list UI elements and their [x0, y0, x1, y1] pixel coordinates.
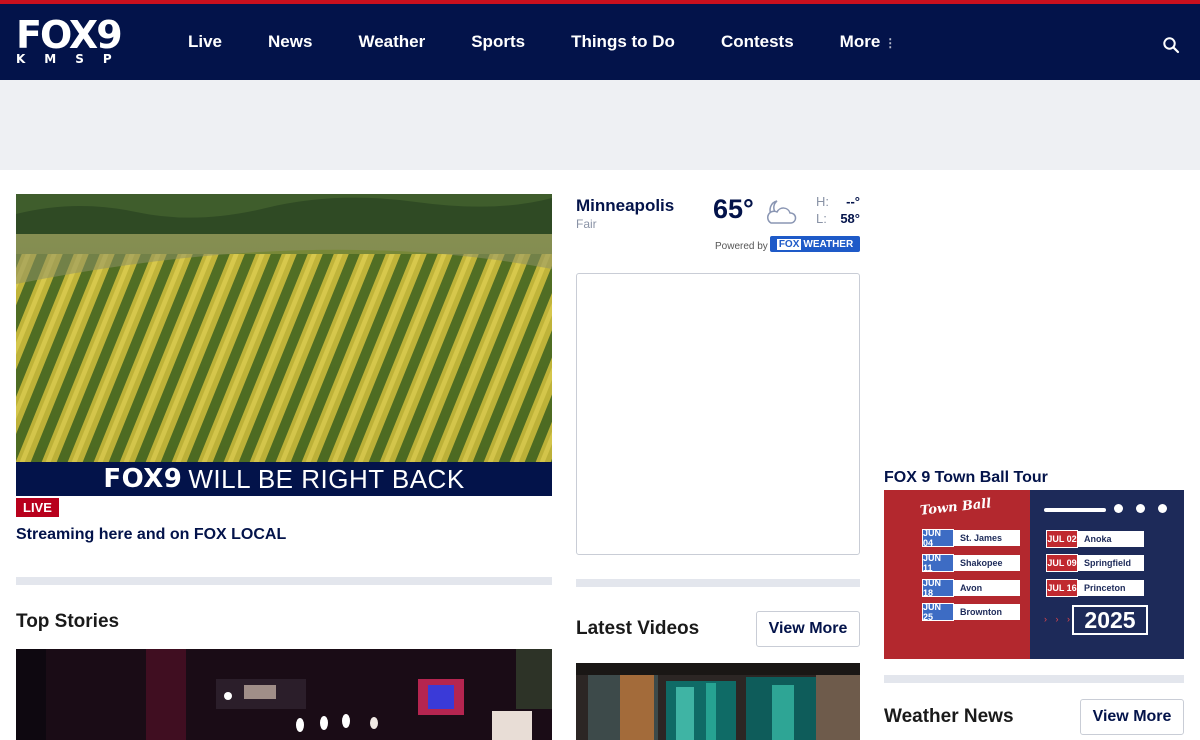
divider [16, 577, 552, 585]
baseball-icon [1136, 504, 1145, 513]
schedule-place: Princeton [1078, 580, 1144, 596]
town-ball-logo: Town Ball [919, 496, 992, 519]
studio-image [576, 663, 860, 740]
nav-news[interactable]: News [268, 32, 312, 56]
live-badge: LIVE [16, 498, 59, 517]
nav-weather[interactable]: Weather [358, 32, 425, 56]
schedule-place: St. James [954, 530, 1020, 546]
low-label: L: [816, 211, 827, 226]
latest-video-thumbnail[interactable] [576, 663, 860, 740]
schedule-date: JUL 16 [1046, 579, 1078, 597]
low-value: 58° [840, 211, 860, 226]
logo-main-text: FOX9 [16, 13, 123, 57]
schedule-row: JUN 04 St. James [922, 528, 1020, 548]
schedule-place: Shakopee [954, 555, 1020, 571]
schedule-date: JUL 02 [1046, 530, 1078, 548]
schedule-place: Springfield [1078, 555, 1144, 571]
top-stories-heading: Top Stories [16, 611, 120, 632]
latest-videos-heading: Latest Videos [576, 618, 700, 639]
fox-weather-brand: FOX [776, 238, 802, 250]
banner-brand: FOX9 [103, 464, 183, 494]
weather-condition: Fair [576, 217, 597, 231]
town-ball-year: 2025 [1072, 605, 1148, 635]
more-dots-icon: ⋮ [884, 36, 897, 50]
town-ball-tour-graphic[interactable]: Town Ball JUN 04 St. James JUN 11 Shakopee… [884, 490, 1184, 659]
schedule-row: JUL 16 Princeton [1046, 579, 1144, 597]
schedule-row: JUN 25 Brownton [922, 602, 1020, 622]
bat-icon [1044, 508, 1106, 512]
sunflower-field-image [16, 194, 552, 496]
divider [576, 579, 860, 587]
schedule-place: Avon [954, 580, 1020, 596]
high-label: H: [816, 194, 829, 209]
nav-more-label: More [839, 32, 881, 51]
schedule-date: JUN 11 [922, 553, 954, 573]
schedule-date: JUN 25 [922, 602, 954, 622]
live-video-player[interactable]: FOX9 WILL BE RIGHT BACK [16, 194, 552, 496]
ad-box [576, 273, 860, 555]
stream-caption-link[interactable]: Streaming here and on FOX LOCAL [16, 526, 286, 544]
high-value: --° [846, 194, 860, 209]
fox9-logo[interactable]: FOX9 KMSP [16, 16, 128, 72]
schedule-date: JUN 04 [922, 528, 954, 548]
night-scene-image [16, 649, 552, 740]
nav-more[interactable]: More ⋮ [840, 32, 897, 56]
nav-sports[interactable]: Sports [471, 32, 525, 56]
ad-banner-area [0, 80, 1200, 170]
arrows-decoration: › › › [1044, 614, 1073, 624]
schedule-place: Anoka [1078, 531, 1144, 547]
search-icon[interactable] [1162, 36, 1180, 54]
town-ball-left-panel: Town Ball JUN 04 St. James JUN 11 Shakopee… [884, 490, 1030, 659]
high-low-temps: H: --° L: 58° [816, 194, 860, 228]
schedule-place: Brownton [954, 604, 1020, 620]
weather-news-view-more-button[interactable]: View More [1080, 699, 1184, 735]
schedule-row: JUN 11 Shakopee [922, 553, 1020, 573]
town-ball-heading[interactable]: FOX 9 Town Ball Tour [884, 469, 1048, 487]
nav-contests[interactable]: Contests [721, 32, 794, 56]
nav-things-to-do[interactable]: Things to Do [571, 32, 675, 56]
weather-widget[interactable]: Minneapolis Fair 65° H: --° L: 58° Powered… [576, 194, 860, 256]
moon-cloud-icon [767, 200, 797, 224]
top-story-image[interactable] [16, 649, 552, 740]
fox-weather-text: WEATHER [803, 238, 854, 250]
schedule-row: JUL 09 Springfield [1046, 554, 1144, 572]
baseball-icon [1114, 504, 1123, 513]
weather-news-heading: Weather News [884, 706, 1014, 727]
weather-city: Minneapolis [576, 196, 675, 215]
schedule-row: JUL 02 Anoka [1046, 530, 1144, 548]
banner-text: WILL BE RIGHT BACK [188, 463, 465, 494]
will-be-right-back-banner: FOX9 WILL BE RIGHT BACK [16, 462, 552, 496]
divider [884, 675, 1184, 683]
latest-videos-view-more-button[interactable]: View More [756, 611, 860, 647]
logo-sub-text: KMSP [16, 52, 131, 66]
nav-live[interactable]: Live [188, 32, 222, 56]
weather-temperature: 65° [713, 194, 754, 224]
fox-weather-badge[interactable]: FOX WEATHER [770, 236, 860, 252]
schedule-row: JUN 18 Avon [922, 578, 1020, 598]
powered-by-text: Powered by [715, 241, 768, 252]
schedule-date: JUL 09 [1046, 554, 1078, 572]
main-nav: Live News Weather Sports Things to Do Co… [188, 32, 942, 56]
top-nav-bar: FOX9 KMSP Live News Weather Sports Thing… [0, 0, 1200, 80]
baseball-icon [1158, 504, 1167, 513]
schedule-date: JUN 18 [922, 578, 954, 598]
